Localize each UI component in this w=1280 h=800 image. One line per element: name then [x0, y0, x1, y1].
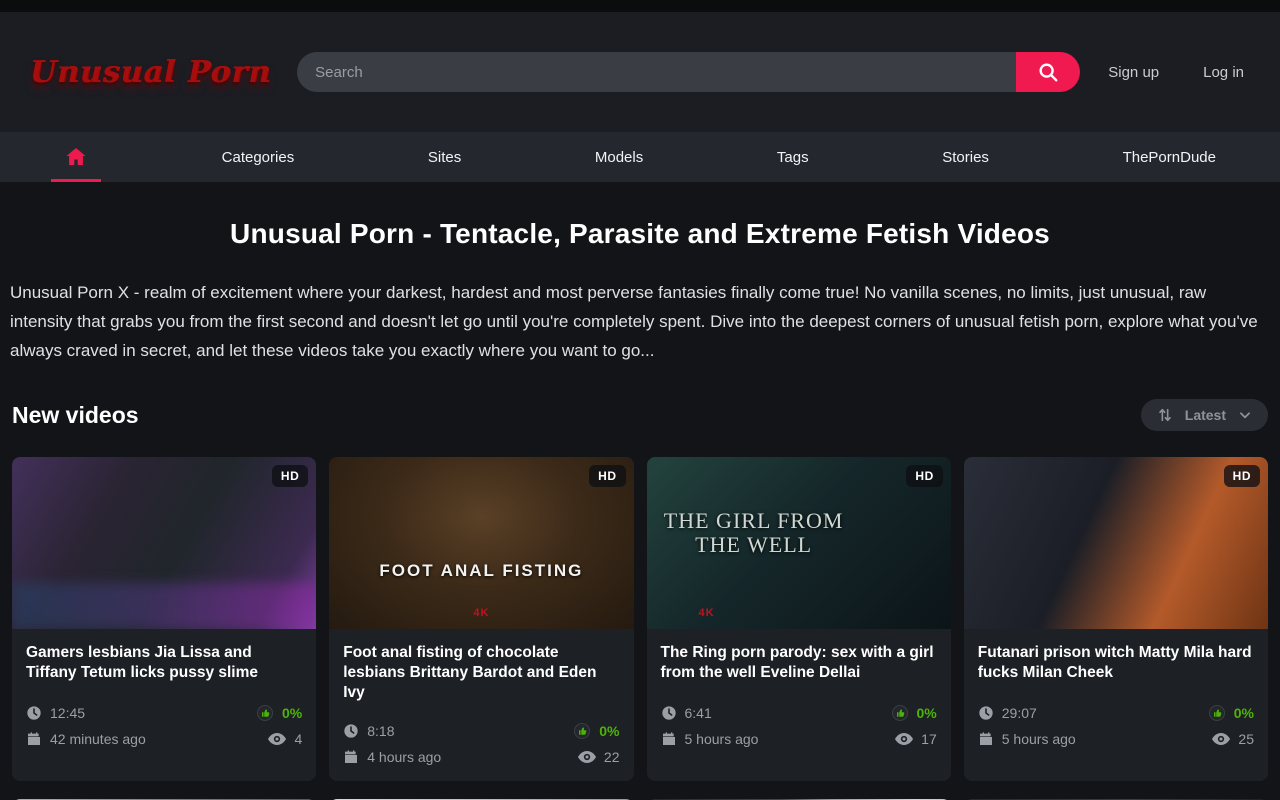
video-card[interactable]: HD Futanari prison witch Matty Mila hard… — [964, 457, 1268, 781]
main-nav: Categories Sites Models Tags Stories The… — [0, 132, 1280, 182]
login-link[interactable]: Log in — [1203, 64, 1244, 81]
duration: 29:07 — [978, 705, 1037, 721]
video-title[interactable]: Foot anal fisting of chocolate lesbians … — [329, 629, 633, 705]
video-title[interactable]: The Ring porn parody: sex with a girl fr… — [647, 629, 951, 687]
eye-icon — [578, 750, 596, 764]
eye-icon — [1212, 732, 1230, 746]
hd-badge: HD — [906, 465, 942, 487]
search-icon — [1037, 61, 1059, 83]
clock-icon — [26, 705, 42, 721]
nav-sites[interactable]: Sites — [414, 132, 475, 182]
auth-links: Sign up Log in — [1108, 64, 1244, 81]
search-input[interactable] — [297, 52, 1016, 92]
video-meta: 6:41 0% 5 hours ago 17 — [647, 687, 951, 763]
thumbs-up-icon — [891, 704, 909, 722]
video-grid: HD Gamers lesbians Jia Lissa and Tiffany… — [12, 457, 1268, 781]
clock-icon — [661, 705, 677, 721]
nav-stories[interactable]: Stories — [928, 132, 1003, 182]
view-count: 17 — [895, 731, 937, 747]
section-head: New videos Latest — [12, 399, 1268, 431]
upload-age: 5 hours ago — [661, 731, 759, 747]
sort-icon — [1157, 407, 1173, 423]
sort-dropdown[interactable]: Latest — [1141, 399, 1268, 431]
video-meta: 29:07 0% 5 hours ago 25 — [964, 687, 1268, 763]
top-strip — [0, 0, 1280, 12]
duration: 12:45 — [26, 705, 85, 721]
nav-tags[interactable]: Tags — [763, 132, 823, 182]
page-title: Unusual Porn - Tentacle, Parasite and Ex… — [12, 218, 1268, 250]
page-description: Unusual Porn X - realm of excitement whe… — [10, 278, 1270, 365]
video-thumbnail[interactable]: HD — [964, 457, 1268, 629]
duration: 6:41 — [661, 705, 712, 721]
clock-icon — [343, 723, 359, 739]
video-title[interactable]: Gamers lesbians Jia Lissa and Tiffany Te… — [12, 629, 316, 687]
nav-home[interactable] — [50, 132, 102, 182]
view-count: 4 — [268, 731, 302, 747]
video-card[interactable]: HD FOOT ANAL FISTING 4K Foot anal fistin… — [329, 457, 633, 781]
video-meta: 8:18 0% 4 hours ago 22 — [329, 705, 633, 781]
video-thumbnail[interactable]: HD THE GIRL FROM THE WELL 4K — [647, 457, 951, 629]
clock-icon — [978, 705, 994, 721]
sort-label: Latest — [1185, 407, 1226, 423]
eye-icon — [268, 732, 286, 746]
search-bar — [297, 52, 1080, 92]
nav-models[interactable]: Models — [581, 132, 657, 182]
site-logo[interactable]: Unusual Porn — [30, 55, 271, 90]
video-title[interactable]: Futanari prison witch Matty Mila hard fu… — [964, 629, 1268, 687]
upload-age: 42 minutes ago — [26, 731, 146, 747]
section-title: New videos — [12, 402, 139, 429]
thumbs-up-icon — [1208, 704, 1226, 722]
duration: 8:18 — [343, 723, 394, 739]
chevron-down-icon — [1238, 408, 1252, 422]
video-card[interactable]: HD THE GIRL FROM THE WELL 4K The Ring po… — [647, 457, 951, 781]
thumbnail-caption: THE GIRL FROM THE WELL — [664, 509, 844, 557]
rating: 0% — [1208, 704, 1254, 722]
calendar-icon — [978, 731, 994, 747]
main-content: Unusual Porn - Tentacle, Parasite and Ex… — [0, 218, 1280, 800]
rating: 0% — [891, 704, 937, 722]
search-button[interactable] — [1016, 52, 1080, 92]
video-thumbnail[interactable]: HD FOOT ANAL FISTING 4K — [329, 457, 633, 629]
thumbs-up-icon — [573, 722, 591, 740]
video-meta: 12:45 0% 42 minutes ago 4 — [12, 687, 316, 763]
upload-age: 5 hours ago — [978, 731, 1076, 747]
site-header: Unusual Porn Sign up Log in — [0, 12, 1280, 132]
hd-badge: HD — [589, 465, 625, 487]
rating: 0% — [573, 722, 619, 740]
eye-icon — [895, 732, 913, 746]
calendar-icon — [343, 749, 359, 765]
hd-badge: HD — [1224, 465, 1260, 487]
thumbnail-4k-label: 4K — [699, 607, 715, 619]
view-count: 22 — [578, 749, 620, 765]
video-thumbnail[interactable]: HD — [12, 457, 316, 629]
thumbnail-caption: FOOT ANAL FISTING — [379, 561, 583, 581]
calendar-icon — [26, 731, 42, 747]
nav-theporndude[interactable]: ThePornDude — [1109, 132, 1230, 182]
signup-link[interactable]: Sign up — [1108, 64, 1159, 81]
view-count: 25 — [1212, 731, 1254, 747]
rating: 0% — [256, 704, 302, 722]
home-icon — [64, 145, 88, 169]
hd-badge: HD — [272, 465, 308, 487]
upload-age: 4 hours ago — [343, 749, 441, 765]
video-card[interactable]: HD Gamers lesbians Jia Lissa and Tiffany… — [12, 457, 316, 781]
thumbnail-4k-label: 4K — [329, 607, 633, 619]
nav-categories[interactable]: Categories — [208, 132, 309, 182]
thumbs-up-icon — [256, 704, 274, 722]
calendar-icon — [661, 731, 677, 747]
